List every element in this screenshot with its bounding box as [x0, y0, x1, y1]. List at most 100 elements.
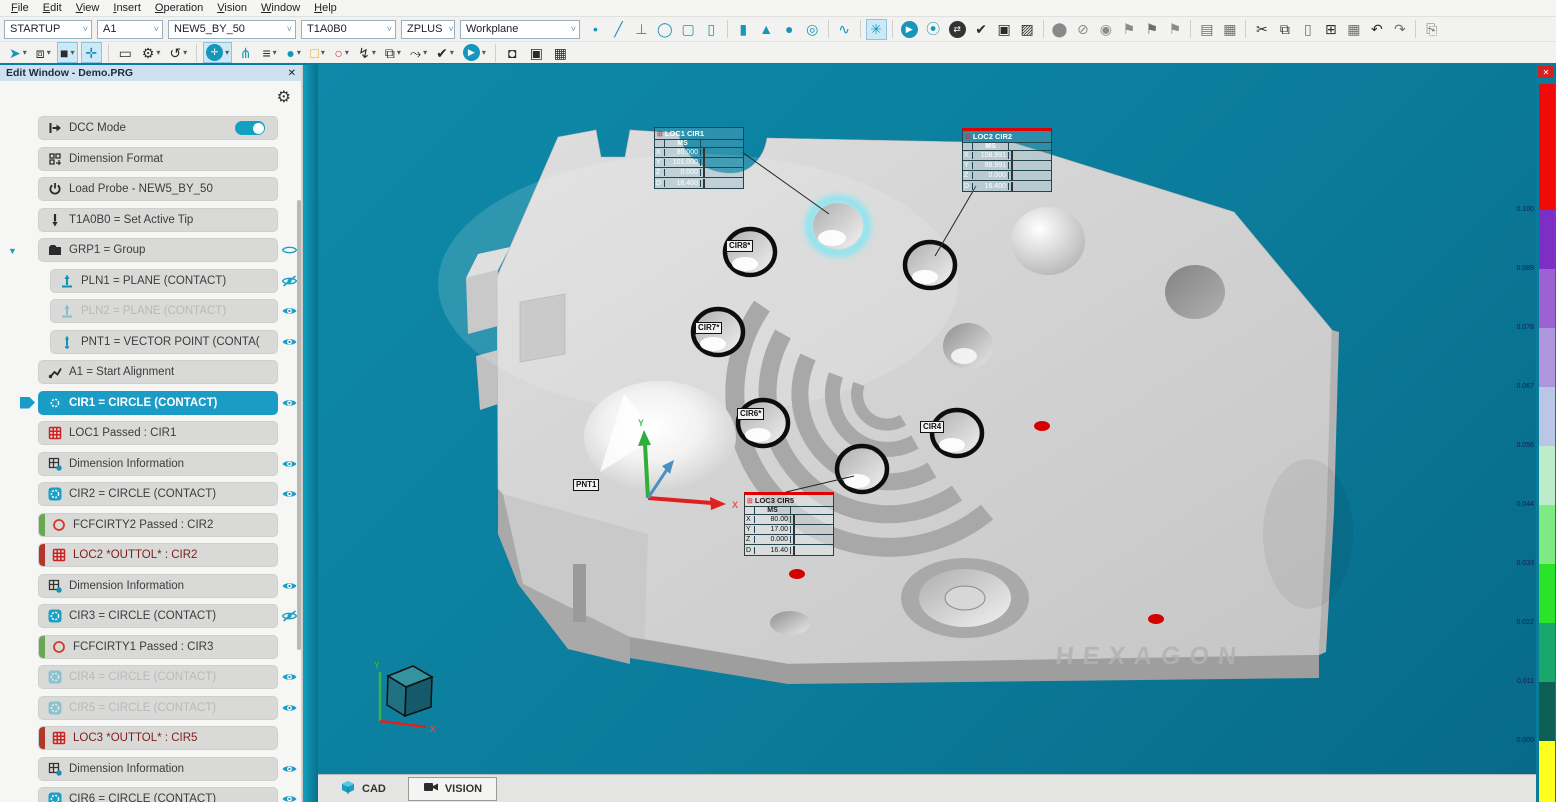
program-item-a1[interactable]: A1 = Start Alignment	[38, 360, 278, 384]
feature-tag-cir4[interactable]: CIR4	[920, 421, 944, 433]
navigation-mode-icon[interactable]: ✛▾	[203, 42, 232, 63]
menu-file[interactable]: File	[4, 1, 36, 15]
cad-viewport[interactable]: X Y HEXAGON Y X CIR8*CIR7*CIR6*CIR4PNT1⊞…	[318, 64, 1536, 774]
feature-tag-cir8[interactable]: CIR8*	[726, 240, 753, 252]
pan-view-icon[interactable]: ✛	[81, 42, 102, 63]
continue-icon[interactable]: ◉	[1095, 19, 1116, 40]
gage-square-icon[interactable]: □▾	[307, 42, 328, 63]
menu-edit[interactable]: Edit	[36, 1, 69, 15]
torus-icon[interactable]: ◎	[802, 19, 823, 40]
program-item-cir4[interactable]: CIR4 = CIRCLE (CONTACT)	[38, 665, 278, 689]
eye-icon[interactable]	[281, 457, 298, 470]
sphere-view-icon[interactable]: ●▾	[283, 42, 304, 63]
program-item-loc2[interactable]: LOC2 *OUTTOL* : CIR2	[38, 543, 278, 567]
feature-tag-cir6[interactable]: CIR6*	[737, 408, 764, 420]
document-check-icon[interactable]: ▣	[994, 19, 1015, 40]
paste-icon[interactable]: ▯	[1297, 19, 1318, 40]
feature-tag-pnt1[interactable]: PNT1	[573, 479, 599, 491]
workplane-mode-select[interactable]: Workplane˅	[460, 20, 580, 39]
tree-expander-icon[interactable]: ▼	[8, 246, 17, 256]
eye-icon[interactable]	[281, 304, 298, 317]
program-item-pln2[interactable]: PLN2 = PLANE (CONTACT)	[50, 299, 278, 323]
report-window-icon[interactable]: ▤	[1196, 19, 1217, 40]
view-wireframe-icon[interactable]: ⧈▾	[33, 42, 54, 63]
menu-insert[interactable]: Insert	[106, 1, 148, 15]
view-orientation-cube[interactable]: Y X	[374, 661, 436, 734]
menu-operation[interactable]: Operation	[148, 1, 210, 15]
program-item-cir3[interactable]: CIR3 = CIRCLE (CONTACT)	[38, 604, 278, 628]
tip-select[interactable]: T1A0B0˅	[301, 20, 396, 39]
execute-loop-icon[interactable]: ⇄	[946, 19, 969, 40]
quick-feature-icon[interactable]: ↯▾	[355, 42, 379, 63]
curve-icon[interactable]: ∿	[834, 19, 855, 40]
program-item-cir1[interactable]: CIR1 = CIRCLE (CONTACT)	[38, 391, 278, 415]
path-optimize-icon[interactable]: ⤳▾	[407, 42, 430, 63]
plane-icon[interactable]: ⊥	[631, 19, 652, 40]
eye-icon[interactable]	[281, 670, 298, 683]
eye-off-icon[interactable]	[281, 609, 298, 622]
program-item-dimension[interactable]: Dimension Format	[38, 147, 278, 171]
circle-icon[interactable]: ◯	[654, 19, 676, 40]
report-grid-icon[interactable]: ▦	[1219, 19, 1240, 40]
program-item-t1a0b0[interactable]: T1A0B0 = Set Active Tip	[38, 208, 278, 232]
dimension-table-loc1[interactable]: ⊞LOC1 CIR1MSX80.000Y101.000Z0.000D16.400	[654, 127, 744, 189]
copy-icon[interactable]: ⧉	[1274, 19, 1295, 40]
program-item-dimension[interactable]: Dimension Information	[38, 574, 278, 598]
point-icon[interactable]: •	[585, 19, 606, 40]
square-slot-icon[interactable]: ▯	[701, 19, 722, 40]
cut-icon[interactable]: ✂	[1251, 19, 1272, 40]
menu-window[interactable]: Window	[254, 1, 307, 15]
view-solid-icon[interactable]: ■▾	[57, 42, 78, 63]
panel-splitter[interactable]	[302, 65, 318, 802]
eye-off-icon[interactable]	[281, 274, 298, 287]
probe-vectors-icon[interactable]: ⋔	[235, 42, 256, 63]
print-icon[interactable]: ⎘	[1421, 19, 1442, 40]
workplane-select[interactable]: ZPLUS˅	[401, 20, 455, 39]
program-item-fcfcirty1[interactable]: FCFCIRTY1 Passed : CIR3	[38, 635, 278, 659]
eye-icon[interactable]	[281, 579, 298, 592]
line-icon[interactable]: ╱	[608, 19, 629, 40]
settings-gears-icon[interactable]: ⚙▾	[139, 42, 164, 63]
program-item-dcc[interactable]: DCC Mode	[38, 116, 278, 140]
measurement-strategy-select[interactable]: STARTUP˅	[4, 20, 92, 39]
dimension-table-loc2[interactable]: ⊞LOC2 CIR2MSX108.991Y88.991Z0.000D16.400	[962, 128, 1052, 192]
undo-icon[interactable]: ↶	[1366, 19, 1387, 40]
menu-view[interactable]: View	[69, 1, 107, 15]
panel-scrollbar[interactable]	[297, 200, 301, 650]
eye-icon[interactable]	[281, 396, 298, 409]
eye-icon[interactable]	[281, 487, 298, 500]
stop-icon[interactable]: ⬤	[1049, 19, 1071, 40]
mark-done-icon[interactable]: ✔	[971, 19, 992, 40]
eye-icon[interactable]	[281, 243, 298, 256]
panel-settings-gear-icon[interactable]: ⚙	[277, 87, 291, 107]
verify-icon[interactable]: ✔▾	[433, 42, 457, 63]
bookmark-icon[interactable]: ⚑	[1118, 19, 1139, 40]
eye-icon[interactable]	[281, 701, 298, 714]
eye-icon[interactable]	[281, 335, 298, 348]
program-item-loc3[interactable]: LOC3 *OUTTOL* : CIR5	[38, 726, 278, 750]
pattern-copy-icon[interactable]: ⧉▾	[382, 42, 404, 63]
program-item-cir5[interactable]: CIR5 = CIRCLE (CONTACT)	[38, 696, 278, 720]
program-item-dimension[interactable]: Dimension Information	[38, 452, 278, 476]
eye-icon[interactable]	[281, 792, 298, 802]
alignment-select[interactable]: A1˅	[97, 20, 163, 39]
menu-vision[interactable]: Vision	[210, 1, 254, 15]
program-item-grp1[interactable]: GRP1 = Group	[38, 238, 278, 262]
eye-icon[interactable]	[281, 762, 298, 775]
redo-icon[interactable]: ↷	[1389, 19, 1410, 40]
menu-help[interactable]: Help	[307, 1, 344, 15]
program-item-loc1[interactable]: LOC1 Passed : CIR1	[38, 421, 278, 445]
program-item-pln1[interactable]: PLN1 = PLANE (CONTACT)	[50, 269, 278, 293]
bookmark-clear-icon[interactable]: ⚑	[1164, 19, 1185, 40]
comment-icon[interactable]: ▭	[115, 42, 136, 63]
program-item-cir6[interactable]: CIR6 = CIRCLE (CONTACT)	[38, 787, 278, 802]
probe-disable-icon[interactable]: ⊘	[1072, 19, 1093, 40]
tab-cad[interactable]: CAD	[326, 777, 400, 801]
clipboard-grid-icon[interactable]: ▦	[1343, 19, 1364, 40]
probe-mode-icon[interactable]: ➤▾	[6, 42, 30, 63]
round-slot-icon[interactable]: ▢	[678, 19, 699, 40]
dimension-table-loc3[interactable]: ⊞LOC3 CIR5MSX80.00Y17.00Z0.000D16.40	[744, 492, 834, 556]
execute-from-cursor-icon[interactable]: ⦿	[923, 19, 944, 40]
program-item-cir2[interactable]: CIR2 = CIRCLE (CONTACT)	[38, 482, 278, 506]
play-icon[interactable]: ▶▾	[460, 42, 489, 63]
